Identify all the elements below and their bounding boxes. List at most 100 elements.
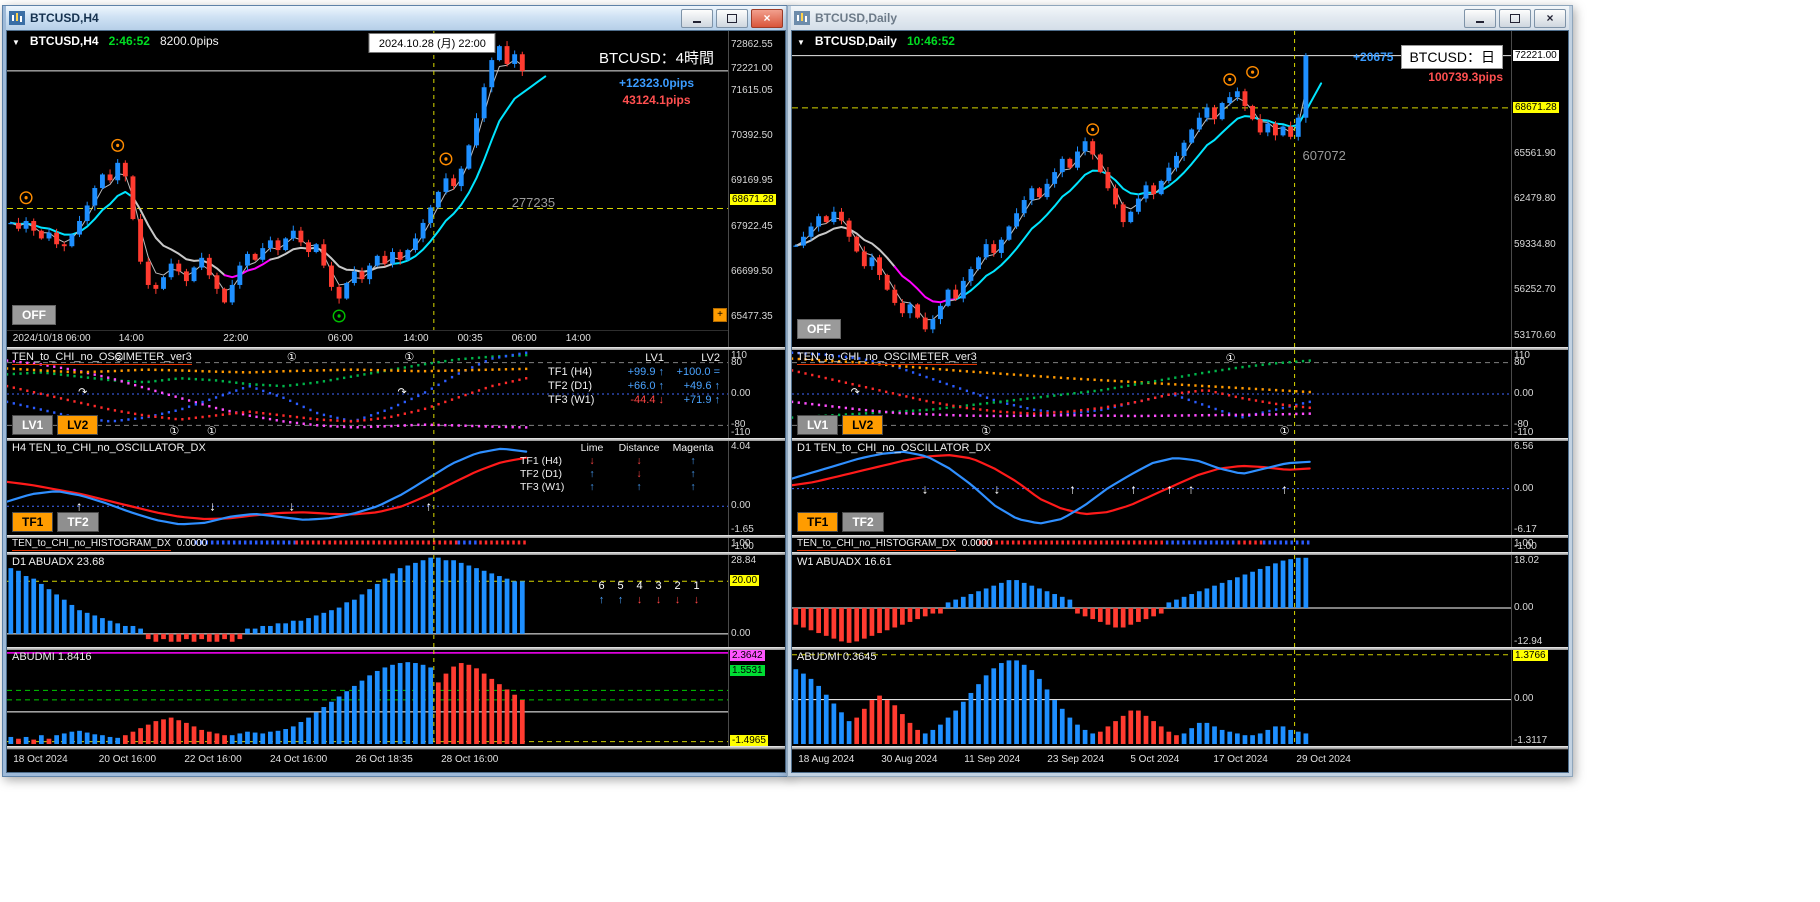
signal-mark: ① <box>981 425 992 438</box>
oscillator-panel[interactable]: H4 TEN_to_CHI_no_OSCILLATOR_DX TF1 TF2 L… <box>7 441 728 535</box>
signal-mark: ↷ <box>397 386 407 399</box>
price-scale[interactable]: 72862.55 72221.00 71615.05 70392.50 69169.95… <box>728 31 785 347</box>
scale-tick: 65477.35 <box>731 311 773 323</box>
oscillator-panel[interactable]: D1 TEN_to_CHI_no_OSCILLATOR_DX TF1 TF2 ↓… <box>792 441 1511 535</box>
histogram-strip[interactable]: TEN_to_CHI_no_HISTOGRAM_DX 0.0000 <box>7 538 728 552</box>
symbol-label: BTCUSD,Daily <box>814 34 897 48</box>
price-scale[interactable]: 72221.00 68671.28 65561.90 62479.80 59334.80… <box>1511 31 1568 347</box>
current-price-tag: 2.3642 <box>730 650 765 661</box>
titlebar[interactable]: BTCUSD,H4 × <box>6 6 786 30</box>
scale-tick: 0.00 <box>731 500 751 512</box>
chart-id-watermark: 607072 <box>1302 147 1346 163</box>
abuadx-scale[interactable]: 28.84 20.00 0.00 <box>728 555 785 647</box>
chart-app-icon <box>9 11 25 25</box>
tf-row: TF1 (H4) +99.9 ↑ +100.0 = <box>548 366 720 378</box>
candlestick-chart[interactable]: ▼ BTCUSD,Daily 10:46:52 +20675 BTCUSD：日 … <box>792 31 1511 347</box>
chart-window-h4: BTCUSD,H4 × ▼ BTCUSD,H4 2:46:52 8200.0pi… <box>2 5 790 777</box>
scale-tick: 0.00 <box>1514 388 1534 399</box>
scale-tick: -1.00 <box>731 541 754 552</box>
titlebar[interactable]: BTCUSD,Daily × <box>791 6 1569 30</box>
time-label: 20 Oct 16:00 <box>98 754 157 765</box>
off-button[interactable]: OFF <box>797 319 841 339</box>
oscimeter-scale[interactable]: 110 80 0.00 -80 -110 <box>728 350 785 438</box>
chart-header: ▼ BTCUSD,H4 2:46:52 8200.0pips <box>12 34 219 48</box>
signal-arrow-up: ↑ <box>1187 481 1195 497</box>
tf1-button[interactable]: TF1 <box>12 512 54 532</box>
histogram-value: 0.0000 <box>176 538 208 549</box>
maximize-icon <box>1510 13 1520 23</box>
maximize-button[interactable] <box>1499 8 1531 28</box>
adx-count-legend: 6 5 4 3 2 1 ↑ ↑ ↓ ↓ ↓ ↓ <box>598 580 700 606</box>
time-label: 00:35 <box>457 333 483 344</box>
histogram-value: 0.0000 <box>961 538 993 549</box>
chart-id-watermark: 277235 <box>511 195 556 211</box>
abuadx-panel[interactable]: D1 ABUADX 23.68 6 5 4 3 2 1 ↑ ↑ ↓ ↓ ↓ ↓ <box>7 555 728 647</box>
time-label: 18 Aug 2024 <box>798 754 855 765</box>
signal-mark: ① <box>1279 425 1290 438</box>
time-label: 30 Aug 2024 <box>881 754 938 765</box>
histogram-scale[interactable]: 1.00 -1.00 <box>728 538 785 552</box>
signal-mark: ① <box>169 425 180 438</box>
abuadx-panel[interactable]: W1 ABUADX 16.61 <box>792 555 1511 647</box>
minimize-icon <box>1476 21 1484 23</box>
chart-shift-plus-icon[interactable]: + <box>713 308 727 322</box>
chart-header: ▼ BTCUSD,Daily 10:46:52 <box>797 34 955 48</box>
scale-tick: 70392.50 <box>731 130 773 142</box>
time-label: 2024/10/18 06:00 <box>12 333 91 344</box>
scale-tick: 6.56 <box>1514 441 1534 452</box>
abudmi-panel[interactable]: ABUDMI 0.3645 <box>792 650 1511 746</box>
dropdown-triangle-icon[interactable]: ▼ <box>12 38 20 47</box>
oscillator-scale[interactable]: 6.56 0.00 -6.17 <box>1511 441 1568 535</box>
tf2-button[interactable]: TF2 <box>842 512 884 532</box>
signal-arrow-down: ↓ <box>921 481 929 497</box>
histogram-scale[interactable]: 1.00 -1.00 <box>1511 538 1568 552</box>
lv1-button[interactable]: LV1 <box>12 415 54 435</box>
close-button[interactable]: × <box>1534 8 1566 28</box>
scale-tick: 69169.95 <box>731 175 773 187</box>
bottom-time-axis[interactable]: 18 Oct 2024 20 Oct 16:00 22 Oct 16:00 24 Oc… <box>7 749 785 772</box>
time-label: 18 Oct 2024 <box>13 754 68 765</box>
oscimeter-label: TEN_to_CHI_no_OSCIMETER_ver3 <box>12 351 192 365</box>
scale-tick: 67922.45 <box>731 221 773 233</box>
minimize-button[interactable] <box>1464 8 1496 28</box>
oscimeter-panel[interactable]: TEN_to_CHI_no_OSCIMETER_ver3 LV1 LV2 LV1… <box>7 350 728 438</box>
gain-pips-blue: +12323.0pips <box>618 76 695 90</box>
time-label: 11 Sep 2024 <box>964 754 1021 765</box>
scale-tick: 65561.90 <box>1514 147 1556 159</box>
oscimeter-scale[interactable]: 110 80 0.00 -80 -110 <box>1511 350 1568 438</box>
signal-arrow-up: ↑ <box>1281 481 1288 497</box>
lv2-button[interactable]: LV2 <box>57 415 99 435</box>
histogram-strip[interactable]: TEN_to_CHI_no_HISTOGRAM_DX 0.0000 <box>792 538 1511 552</box>
abudmi-panel[interactable]: ABUDMI 1.8416 <box>7 650 728 746</box>
lv1-button[interactable]: LV1 <box>797 415 839 435</box>
oscillator-scale[interactable]: 4.04 0.00 -1.65 <box>728 441 785 535</box>
scale-tick: 18.02 <box>1514 555 1540 566</box>
countdown-timer: 10:46:52 <box>906 34 955 48</box>
abudmi-scale[interactable]: 1.3766 0.00 -1.3117 <box>1511 650 1568 746</box>
minimize-button[interactable] <box>681 8 713 28</box>
current-price-tag: 68671.28 <box>730 193 776 205</box>
time-label: 24 Oct 16:00 <box>269 754 328 765</box>
gain-pips-red: 100739.3pips <box>1428 70 1503 84</box>
chart-time-row[interactable]: 2024/10/18 06:00 14:00 22:00 06:00 14:00 00:3… <box>7 330 728 347</box>
candlestick-chart[interactable]: ▼ BTCUSD,H4 2:46:52 8200.0pips 2024.10.2… <box>7 31 728 347</box>
maximize-icon <box>727 13 737 23</box>
signal-arrow-up: ↑ <box>75 498 83 514</box>
tf2-button[interactable]: TF2 <box>57 512 99 532</box>
lv2-button[interactable]: LV2 <box>842 415 884 435</box>
tf1-button[interactable]: TF1 <box>797 512 839 532</box>
time-label: 5 Oct 2024 <box>1130 754 1180 765</box>
current-price-tag: -1.4965 <box>730 735 768 746</box>
signal-mark: ↷ <box>78 386 88 399</box>
close-button[interactable]: × <box>751 8 783 28</box>
off-button[interactable]: OFF <box>12 305 56 325</box>
time-label: 26 Oct 18:35 <box>355 754 413 765</box>
signal-arrow-up: ↑ <box>425 498 433 514</box>
maximize-button[interactable] <box>716 8 748 28</box>
abudmi-scale[interactable]: 2.3642 1.5531 -1.4965 <box>728 650 785 746</box>
abuadx-scale[interactable]: 18.02 0.00 -12.94 <box>1511 555 1568 647</box>
oscimeter-panel[interactable]: TEN_to_CHI_no_OSCIMETER_ver3 LV1 LV2 ① ① ①… <box>792 350 1511 438</box>
bottom-time-axis[interactable]: 18 Aug 2024 30 Aug 2024 11 Sep 2024 23 Sep … <box>792 749 1568 772</box>
oscimeter-label: TEN_to_CHI_no_OSCIMETER_ver3 <box>797 351 977 365</box>
dropdown-triangle-icon[interactable]: ▼ <box>797 38 805 47</box>
